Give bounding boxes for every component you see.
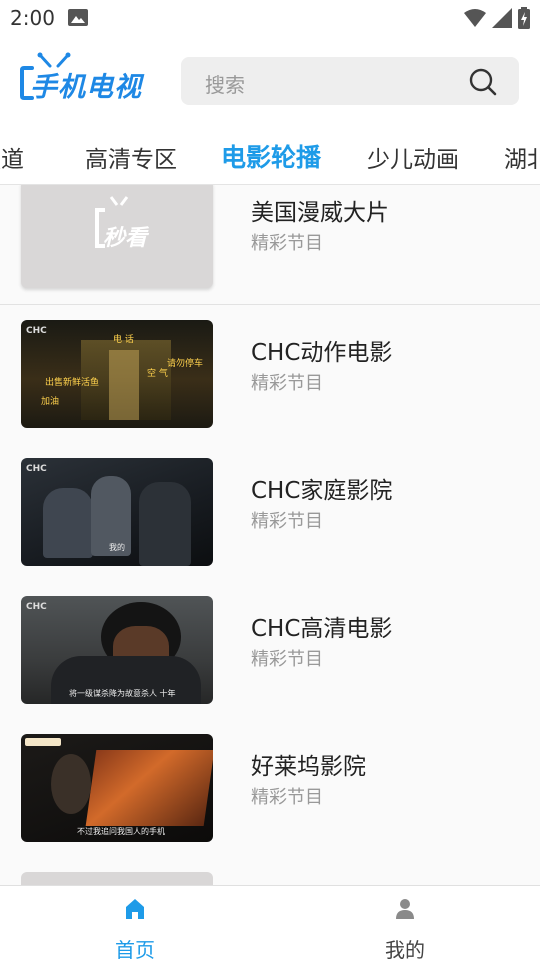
channel-name: CHC高清电影 <box>251 616 393 642</box>
battery-charging-icon <box>518 7 530 29</box>
list-item[interactable] <box>0 857 540 885</box>
channel-thumbnail-placeholder: 秒看 <box>21 185 213 288</box>
channel-subtitle: 精彩节目 <box>251 787 323 808</box>
search-icon[interactable] <box>469 68 497 96</box>
channel-thumbnail-placeholder <box>21 872 213 885</box>
placeholder-logo-text: 秒看 <box>103 226 148 251</box>
channel-thumbnail: CHC 将一级谋杀降为故意杀人 十年 <box>21 596 213 704</box>
channel-list[interactable]: 秒看 美国漫威大片 精彩节目 CHC 电 话 请勿停车 空 气 出售新鲜活鱼 加… <box>0 185 540 885</box>
list-item[interactable]: CHC 将一级谋杀降为故意杀人 十年 CHC高清电影 精彩节目 <box>0 581 540 720</box>
chc-badge: CHC <box>26 326 47 336</box>
channel-name: CHC动作电影 <box>251 340 393 366</box>
status-bar: 2:00 <box>0 0 540 36</box>
list-item[interactable]: 秒看 美国漫威大片 精彩节目 <box>0 185 540 305</box>
nav-home[interactable]: 首页 <box>0 886 270 962</box>
channel-name: 好莱坞影院 <box>251 754 366 780</box>
nav-mine-label: 我的 <box>385 938 425 962</box>
list-item[interactable]: CHC 电 话 请勿停车 空 气 出售新鲜活鱼 加油 CHC动作电影 精彩节目 <box>0 305 540 444</box>
tab-hd-zone[interactable]: 高清专区 <box>85 140 177 174</box>
search-bar[interactable]: 搜索 <box>181 57 519 105</box>
channel-name: 美国漫威大片 <box>251 200 389 226</box>
chc-badge: CHC <box>26 602 47 612</box>
tab-kids-animation[interactable]: 少儿动画 <box>367 140 459 174</box>
channel-thumbnail: CHC 我的 <box>21 458 213 566</box>
channel-subtitle: 精彩节目 <box>251 511 323 532</box>
channel-subtitle: 精彩节目 <box>251 233 323 254</box>
person-icon <box>396 899 414 919</box>
app-logo-text: 手机电视 <box>30 72 142 103</box>
channel-thumbnail: 不过我追问我国人的手机 <box>21 734 213 842</box>
chc-badge: CHC <box>26 464 47 474</box>
channel-subtitle: 精彩节目 <box>251 649 323 670</box>
home-icon <box>126 899 144 919</box>
list-item[interactable]: 不过我追问我国人的手机 好莱坞影院 精彩节目 <box>0 719 540 858</box>
tab-hubei[interactable]: 湖北 <box>504 140 540 174</box>
channel-subtitle: 精彩节目 <box>251 373 323 394</box>
tab-channels[interactable]: 频道 <box>0 140 24 174</box>
cell-signal-icon <box>492 8 512 28</box>
search-placeholder: 搜索 <box>205 73 245 97</box>
category-tabs: 频道 高清专区 电影轮播 少儿动画 湖北 <box>0 126 540 185</box>
bottom-navigation: 首页 我的 <box>0 885 540 962</box>
nav-home-label: 首页 <box>115 938 155 962</box>
gallery-notification-icon <box>68 9 88 26</box>
tab-movie-carousel[interactable]: 电影轮播 <box>221 138 321 174</box>
app-logo[interactable]: 手机电视 <box>20 52 155 108</box>
channel-name: CHC家庭影院 <box>251 478 393 504</box>
wifi-icon <box>464 9 486 27</box>
status-time: 2:00 <box>10 6 55 30</box>
list-item[interactable]: CHC 我的 CHC家庭影院 精彩节目 <box>0 443 540 582</box>
channel-thumbnail: CHC 电 话 请勿停车 空 气 出售新鲜活鱼 加油 <box>21 320 213 428</box>
nav-mine[interactable]: 我的 <box>270 886 540 962</box>
app-header: 手机电视 搜索 <box>0 36 540 126</box>
